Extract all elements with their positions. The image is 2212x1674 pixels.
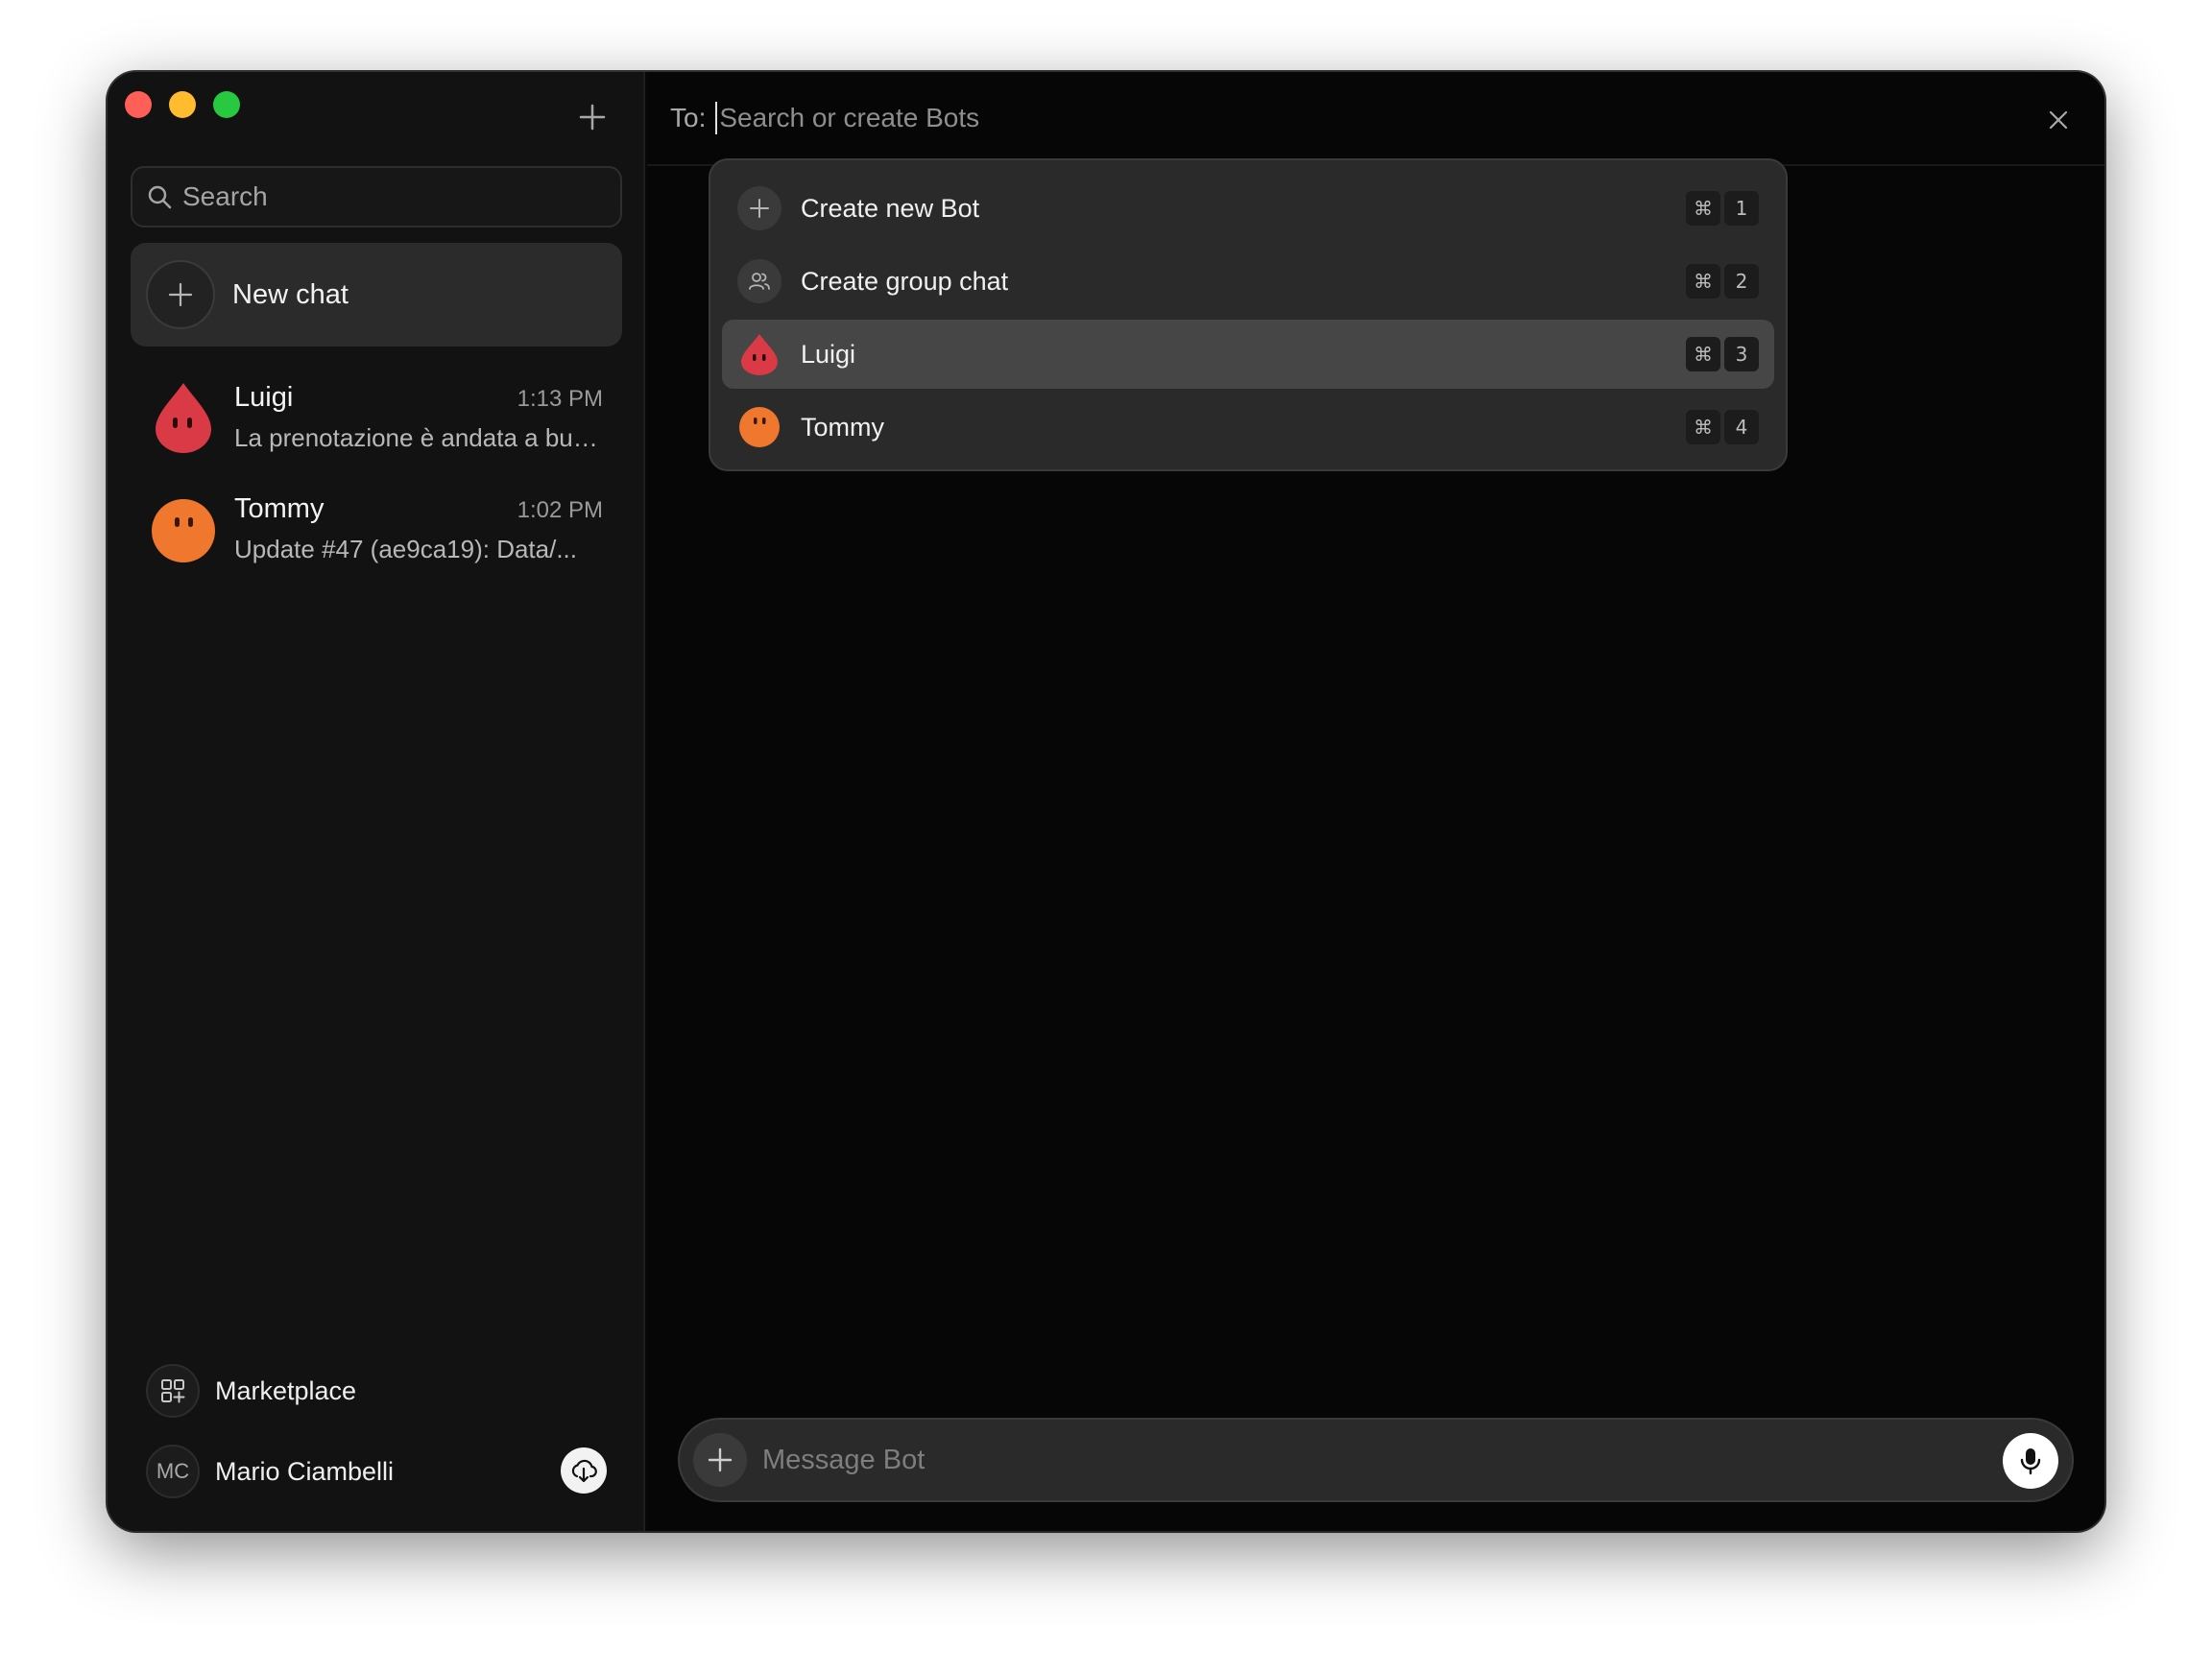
dropdown-item-label: Create new Bot (801, 193, 980, 223)
shortcut-hint: ⌘ 2 (1686, 264, 1759, 299)
new-chat-plus (146, 260, 215, 329)
chat-time: 1:13 PM (517, 386, 603, 412)
dd-icon-wrap (737, 186, 781, 230)
message-composer (678, 1418, 2074, 1502)
dropdown-item-tommy[interactable]: Tommy ⌘ 4 (722, 393, 1774, 462)
main-pane: To: Create new Bot ⌘ 1 (647, 72, 2104, 1531)
marketplace-button[interactable]: Marketplace (146, 1364, 356, 1418)
app-window: New chat Luigi 1:13 PM La prenotazione è… (108, 72, 2104, 1531)
red-drop-avatar (156, 383, 211, 453)
cmd-key: ⌘ (1686, 337, 1720, 371)
search-icon (148, 185, 172, 209)
red-drop-avatar (741, 334, 778, 375)
close-icon (2049, 110, 2068, 130)
recipient-bar: To: (647, 72, 2104, 166)
cmd-key: ⌘ (1686, 264, 1720, 299)
shortcut-hint: ⌘ 3 (1686, 337, 1759, 371)
dropdown-item-label: Create group chat (801, 266, 1009, 296)
close-button[interactable] (2039, 101, 2078, 139)
sidebar-search[interactable] (131, 166, 622, 227)
number-key: 4 (1724, 410, 1759, 444)
chat-time: 1:02 PM (517, 497, 603, 523)
chat-preview: La prenotazione è andata a buon fine (234, 423, 609, 452)
chat-item-luigi[interactable]: Luigi 1:13 PM La prenotazione è andata a… (131, 364, 622, 471)
maximize-window-button[interactable] (213, 91, 240, 118)
cloud-download-icon (571, 1459, 597, 1483)
new-chat-label: New chat (232, 278, 349, 310)
cmd-key: ⌘ (1686, 191, 1720, 226)
minimize-window-button[interactable] (169, 91, 196, 118)
marketplace-label: Marketplace (215, 1375, 357, 1405)
cmd-key: ⌘ (1686, 410, 1720, 444)
dd-icon-wrap (737, 259, 781, 303)
chat-name: Luigi (234, 382, 294, 413)
chat-preview: Update #47 (ae9ca19): Data/... (234, 535, 578, 563)
window-controls (125, 91, 240, 118)
shortcut-hint: ⌘ 4 (1686, 410, 1759, 444)
user-name: Mario Ciambelli (215, 1456, 395, 1486)
number-key: 1 (1724, 191, 1759, 226)
microphone-button[interactable] (2003, 1433, 2058, 1489)
apps-grid-icon (161, 1379, 185, 1403)
recipient-input[interactable] (715, 102, 1580, 134)
dropdown-item-create-bot[interactable]: Create new Bot ⌘ 1 (722, 174, 1774, 243)
plus-icon (168, 282, 193, 307)
to-label: To: (670, 103, 707, 132)
microphone-icon (2020, 1448, 2041, 1475)
orange-circle-avatar (152, 499, 215, 562)
chat-item-tommy[interactable]: Tommy 1:02 PM Update #47 (ae9ca19): Data… (131, 475, 622, 583)
search-input[interactable] (182, 181, 605, 212)
plus-icon (579, 104, 606, 131)
shortcut-hint: ⌘ 1 (1686, 191, 1759, 226)
plus-icon (750, 199, 769, 218)
avatar: MC (146, 1445, 200, 1498)
dropdown-item-luigi[interactable]: Luigi ⌘ 3 (722, 320, 1774, 389)
plus-icon (708, 1447, 733, 1472)
marketplace-icon-wrap (146, 1364, 200, 1418)
dropdown-item-label: Tommy (801, 412, 884, 442)
update-button[interactable] (561, 1447, 607, 1494)
new-chat-button[interactable]: New chat (131, 243, 622, 347)
close-window-button[interactable] (125, 91, 152, 118)
compose-button[interactable] (568, 93, 616, 141)
message-input[interactable] (762, 1444, 1972, 1476)
orange-circle-avatar (739, 407, 780, 447)
bot-suggestions-dropdown: Create new Bot ⌘ 1 Create group chat ⌘ 2… (709, 158, 1788, 471)
chat-name: Tommy (234, 493, 325, 524)
sidebar: New chat Luigi 1:13 PM La prenotazione è… (108, 72, 645, 1531)
dropdown-item-label: Luigi (801, 339, 856, 369)
user-profile[interactable]: MC Mario Ciambelli (146, 1445, 394, 1498)
chat-text: Luigi 1:13 PM La prenotazione è andata a… (234, 382, 609, 453)
group-icon (749, 273, 770, 290)
chat-text: Tommy 1:02 PM Update #47 (ae9ca19): Data… (234, 493, 609, 564)
number-key: 3 (1724, 337, 1759, 371)
attach-button[interactable] (693, 1433, 747, 1487)
number-key: 2 (1724, 264, 1759, 299)
dropdown-item-group-chat[interactable]: Create group chat ⌘ 2 (722, 247, 1774, 316)
